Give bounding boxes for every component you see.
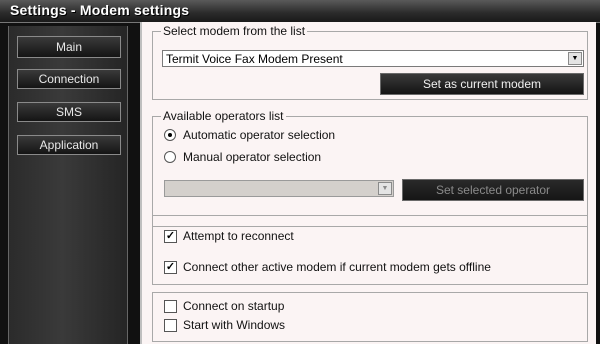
set-current-modem-button[interactable]: Set as current modem bbox=[380, 73, 584, 95]
attempt-reconnect-option[interactable]: ✓ Attempt to reconnect bbox=[164, 229, 564, 245]
modem-group-legend: Select modem from the list bbox=[163, 24, 306, 38]
set-selected-operator-button[interactable]: Set selected operator bbox=[402, 179, 584, 201]
operators-group-legend: Available operators list bbox=[163, 109, 284, 123]
checkmark-icon[interactable]: ✓ bbox=[164, 261, 177, 274]
operator-select[interactable]: ▼ bbox=[164, 180, 394, 197]
modem-select[interactable]: Termit Voice Fax Modem Present ▼ bbox=[162, 50, 584, 67]
sidebar: Main Connection SMS Application bbox=[8, 26, 128, 344]
window-title: Settings - Modem settings bbox=[10, 2, 190, 18]
chevron-down-icon[interactable]: ▼ bbox=[378, 182, 392, 195]
radio-selected-icon[interactable] bbox=[164, 129, 176, 141]
settings-window: Settings - Modem settings Main Connectio… bbox=[0, 0, 600, 344]
operators-group: Available operators list bbox=[152, 109, 588, 227]
sidebar-item-sms[interactable]: SMS bbox=[17, 102, 121, 122]
checkbox-unchecked-icon[interactable] bbox=[164, 300, 177, 313]
start-with-windows-option[interactable]: Start with Windows bbox=[164, 318, 464, 334]
modem-select-value: Termit Voice Fax Modem Present bbox=[166, 52, 343, 66]
settings-panel: Select modem from the list Termit Voice … bbox=[140, 22, 596, 344]
attempt-reconnect-label: Attempt to reconnect bbox=[183, 229, 294, 243]
checkmark-icon[interactable]: ✓ bbox=[164, 230, 177, 243]
manual-operator-option[interactable]: Manual operator selection bbox=[164, 150, 464, 166]
start-with-windows-label: Start with Windows bbox=[183, 318, 286, 332]
automatic-operator-label: Automatic operator selection bbox=[183, 128, 336, 142]
connect-other-modem-option[interactable]: ✓ Connect other active modem if current … bbox=[164, 260, 584, 276]
connect-on-startup-label: Connect on startup bbox=[183, 299, 285, 313]
radio-unselected-icon[interactable] bbox=[164, 151, 176, 163]
sidebar-item-connection[interactable]: Connection bbox=[17, 69, 121, 89]
chevron-down-icon[interactable]: ▼ bbox=[568, 52, 582, 65]
sidebar-item-main[interactable]: Main bbox=[17, 36, 121, 58]
connect-other-modem-label: Connect other active modem if current mo… bbox=[183, 260, 491, 274]
checkbox-unchecked-icon[interactable] bbox=[164, 319, 177, 332]
title-bar: Settings - Modem settings bbox=[0, 0, 600, 23]
automatic-operator-option[interactable]: Automatic operator selection bbox=[164, 128, 464, 144]
manual-operator-label: Manual operator selection bbox=[183, 150, 322, 164]
sidebar-item-application[interactable]: Application bbox=[17, 135, 121, 155]
connect-on-startup-option[interactable]: Connect on startup bbox=[164, 299, 464, 315]
